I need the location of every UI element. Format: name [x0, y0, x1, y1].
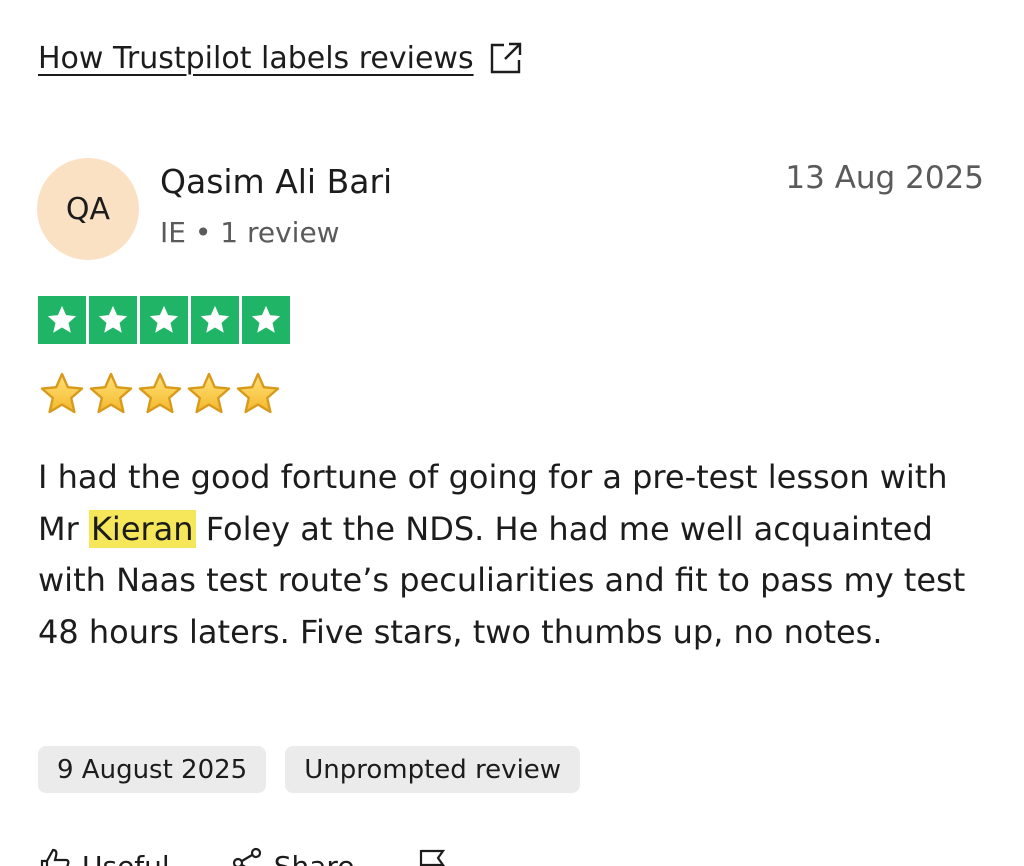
review-text: I had the good fortune of going for a pr…	[38, 452, 998, 658]
share-button[interactable]: Share	[230, 846, 355, 866]
useful-label: Useful	[82, 850, 170, 866]
share-label: Share	[274, 850, 355, 866]
useful-button[interactable]: Useful	[38, 846, 170, 866]
gold-star-icon	[185, 370, 233, 418]
external-link-icon	[488, 40, 524, 76]
gold-star-icon	[234, 370, 282, 418]
unprompted-review-tag[interactable]: Unprompted review	[285, 746, 581, 793]
trustpilot-star-icon	[140, 296, 188, 344]
thumbs-up-icon	[38, 846, 72, 866]
highlighted-word: Kieran	[88, 509, 196, 548]
how-trustpilot-labels-reviews-link[interactable]: How Trustpilot labels reviews	[38, 40, 524, 76]
trustpilot-star-icon	[242, 296, 290, 344]
trustpilot-star-icon	[89, 296, 137, 344]
reviewer-name[interactable]: Qasim Ali Bari	[160, 162, 392, 201]
trustpilot-star-icon	[38, 296, 86, 344]
avatar-initials: QA	[65, 191, 111, 227]
avatar[interactable]: QA	[37, 158, 139, 260]
gold-star-icon	[38, 370, 86, 418]
gold-star-icon	[136, 370, 184, 418]
share-icon	[230, 846, 264, 866]
flag-icon	[415, 846, 449, 866]
trustpilot-star-icon	[191, 296, 239, 344]
review-date: 13 Aug 2025	[785, 160, 984, 196]
reviewer-meta: IE • 1 review	[160, 216, 340, 249]
review-tags: 9 August 2025 Unprompted review	[38, 746, 581, 793]
labels-link-text: How Trustpilot labels reviews	[38, 40, 474, 76]
gold-star-icon	[87, 370, 135, 418]
review-actions: Useful Share	[38, 846, 449, 866]
flag-button[interactable]	[415, 846, 449, 866]
trustpilot-star-rating	[38, 296, 290, 344]
experience-date-tag[interactable]: 9 August 2025	[38, 746, 267, 793]
emoji-star-rating	[38, 370, 282, 418]
